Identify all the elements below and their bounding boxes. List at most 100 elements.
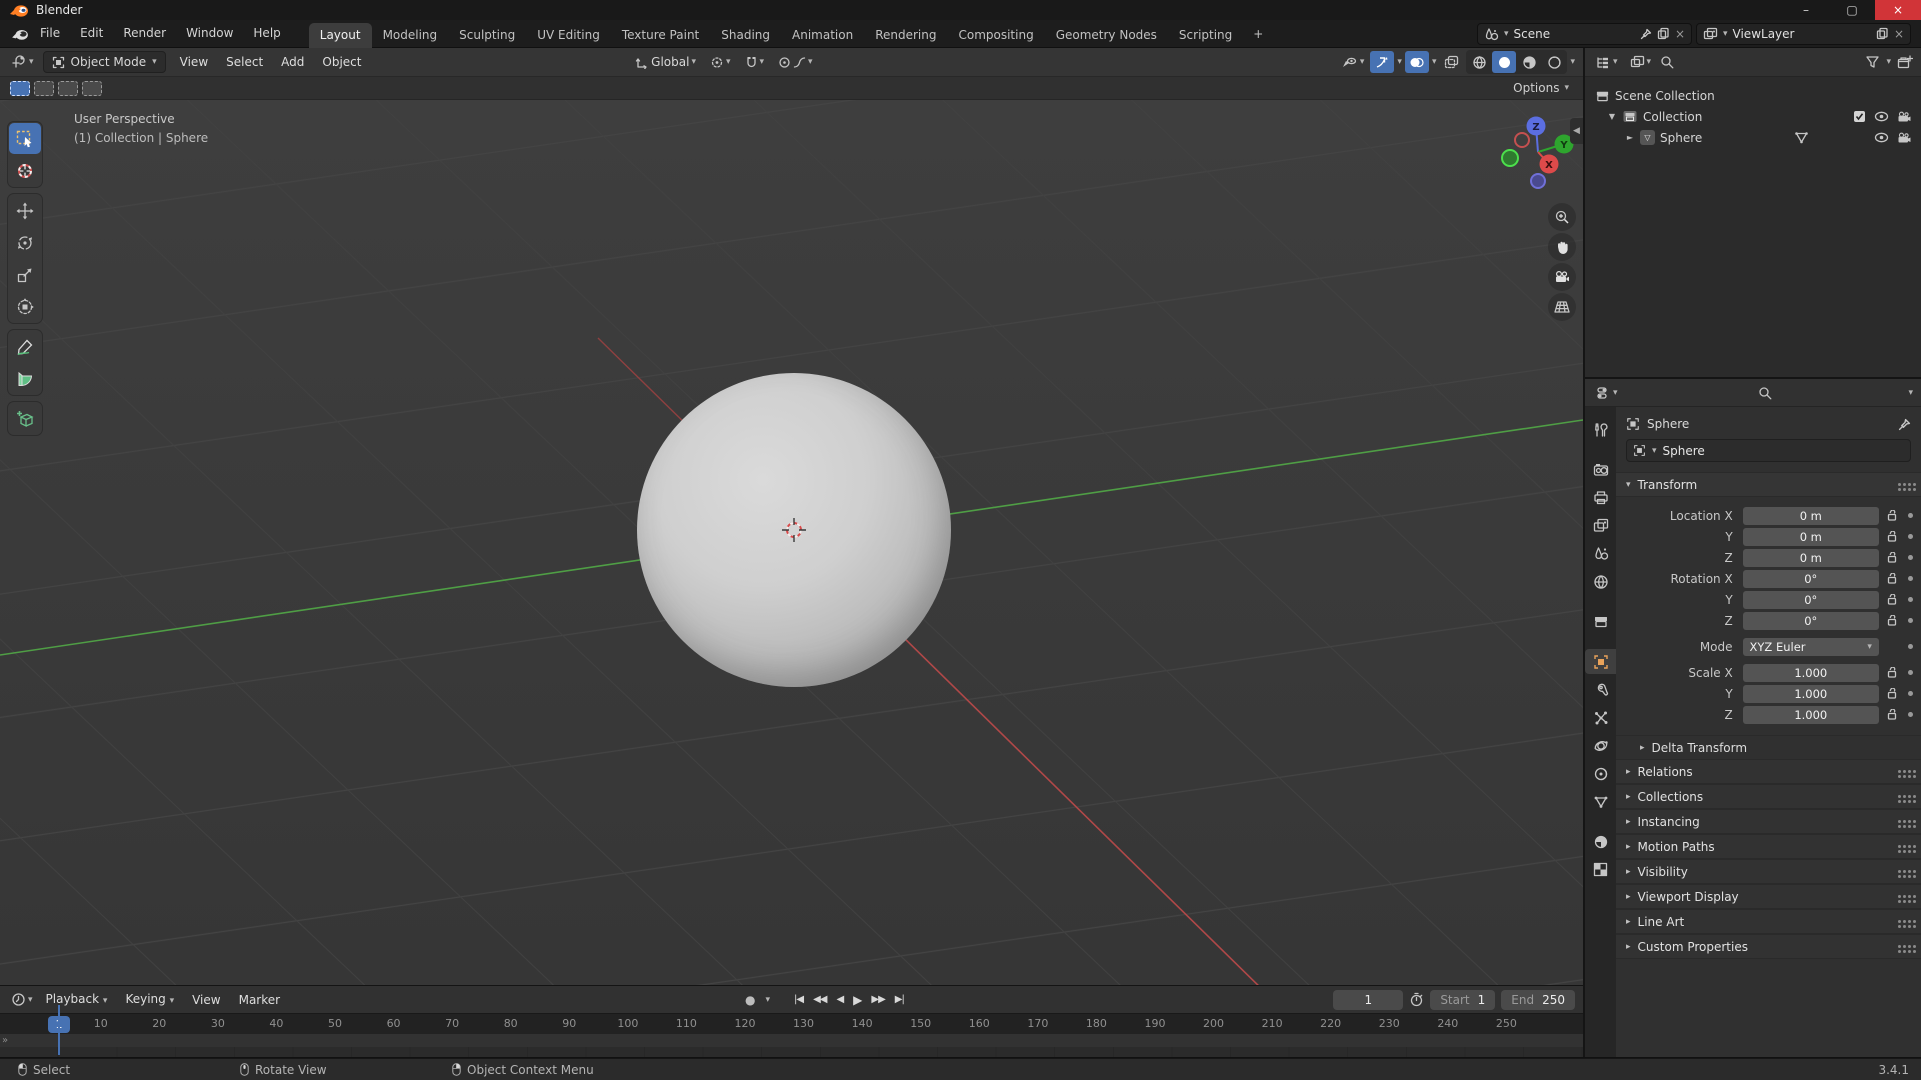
expand-arrow-icon[interactable]: ▼ [1607,112,1617,121]
outliner-row-scene-collection[interactable]: Scene Collection [1585,85,1921,106]
animate-dot-icon[interactable] [1908,555,1913,560]
chevron-down-icon[interactable]: ▾ [1908,388,1913,398]
show-object-types-button[interactable]: ▾ [1339,54,1368,71]
menu-item[interactable]: File [30,20,70,47]
value-field[interactable]: 0° [1742,590,1879,609]
lock-icon[interactable] [1887,688,1897,699]
lock-icon[interactable] [1887,510,1897,521]
collapsed-panel-header[interactable]: ▸ Motion Paths [1616,834,1921,859]
value-field[interactable]: 1.000 [1742,684,1879,703]
collapsed-panel-header[interactable]: ▸ Visibility [1616,859,1921,884]
view-menu[interactable]: View [172,48,216,76]
menu-item[interactable]: Window [176,20,243,47]
current-frame-field[interactable]: 1 [1333,989,1404,1010]
scale-tool[interactable] [9,259,41,290]
tab-tool[interactable] [1585,417,1616,442]
properties-editor-type-button[interactable]: ▾ [1593,384,1621,402]
animate-dot-icon[interactable] [1908,534,1913,539]
animate-dot-icon[interactable] [1908,670,1913,675]
orientation-selector[interactable]: Global ▾ [632,53,699,71]
xray-toggle[interactable] [1439,51,1463,73]
menu-item[interactable]: Render [113,20,176,47]
value-field[interactable]: 1.000 [1742,663,1879,682]
outliner-editor-type-button[interactable]: ▾ [1593,54,1621,71]
timeline-ruler[interactable]: 10 20 30 40 50 60 70 80 90 100 110 120 130 140 150 160 1… [0,1013,1583,1034]
animate-dot-icon[interactable] [1908,691,1913,696]
collapsed-panel-header[interactable]: ▸ Relations [1616,759,1921,784]
drag-handle-icon[interactable] [1898,945,1901,948]
play-button[interactable]: ▶ [853,993,862,1007]
outliner-row-collection[interactable]: ▼ Collection [1585,106,1921,127]
next-keyframe-button[interactable]: ▶▶ [871,994,885,1005]
new-scene-icon[interactable] [1657,27,1670,40]
disable-render-icon[interactable] [1897,132,1911,144]
lock-icon[interactable] [1887,552,1897,563]
collapsed-panel-header[interactable]: ▸ Instancing [1616,809,1921,834]
chevron-down-icon[interactable]: ▾ [1570,57,1575,67]
frame-end-field[interactable]: End 250 [1501,989,1575,1010]
workspace-tab[interactable]: Animation [781,23,864,48]
blender-menu-icon[interactable] [10,27,30,41]
timeline-expand-arrow[interactable]: » [2,1035,8,1046]
pivot-point-button[interactable]: ▾ [707,54,734,71]
timeline-marker-menu[interactable]: Marker [231,986,288,1014]
snap-toggle[interactable]: ▾ [742,54,768,71]
viewlayer-selector[interactable]: ▾ ViewLayer × [1696,22,1911,45]
animate-dot-icon[interactable] [1908,618,1913,623]
drag-handle-icon[interactable] [1898,920,1901,923]
workspace-tab[interactable]: UV Editing [526,23,611,48]
jump-to-end-button[interactable]: ▶| [895,994,905,1005]
workspace-tab[interactable]: Rendering [864,23,947,48]
collapsed-panel-header[interactable]: ▸ Custom Properties [1616,934,1921,959]
value-field[interactable]: 0° [1742,569,1879,588]
hide-eye-icon[interactable] [1874,111,1889,122]
tab-material[interactable] [1585,829,1616,854]
editor-type-button[interactable]: ▾ [8,53,37,71]
select-menu[interactable]: Select [218,48,271,76]
value-field[interactable]: 0 m [1742,527,1879,546]
navigation-gizmo[interactable]: Z Y X [1498,114,1578,194]
select-box-tool[interactable] [9,123,41,154]
chevron-down-icon[interactable]: ▾ [1397,57,1402,67]
tab-collection[interactable] [1585,609,1616,634]
workspace-tab[interactable]: Layout [308,22,372,48]
value-field[interactable]: 0 m [1742,548,1879,567]
tab-modifiers[interactable] [1585,677,1616,702]
select-mode-intersect[interactable] [82,80,102,96]
lock-icon[interactable] [1887,531,1897,542]
lock-icon[interactable] [1887,615,1897,626]
mode-selector[interactable]: Object Mode ▾ [42,51,166,73]
options-button[interactable]: Options ▾ [1513,81,1573,95]
select-mode-subtract[interactable] [58,80,78,96]
lock-icon[interactable] [1887,709,1897,720]
workspace-tab[interactable]: Scripting [1168,23,1243,48]
new-viewlayer-icon[interactable] [1876,27,1889,40]
drag-handle-icon[interactable] [1898,870,1901,873]
tab-object-data[interactable] [1585,789,1616,814]
timeline-view-menu[interactable]: View [184,986,228,1014]
drag-handle-icon[interactable] [1898,820,1901,823]
rotation-mode-dropdown[interactable]: XYZ Euler ▾ [1742,637,1879,656]
collapsed-panel-header[interactable]: ▸ Line Art [1616,909,1921,934]
zoom-view-button[interactable] [1548,203,1576,231]
transform-panel-header[interactable]: ▾ Transform [1616,472,1921,497]
minimize-button[interactable]: – [1783,0,1829,20]
new-collection-icon[interactable] [1897,54,1913,70]
hide-eye-icon[interactable] [1874,132,1889,143]
drag-handle-icon[interactable] [1898,845,1901,848]
prev-frame-button[interactable]: ◀ [836,994,844,1005]
scene-selector[interactable]: ▾ Scene × [1477,22,1692,45]
sidebar-collapse-arrow[interactable]: ◀ [1570,118,1583,144]
tab-scene[interactable] [1585,541,1616,566]
outliner-display-mode-button[interactable]: ▾ [1627,53,1655,71]
workspace-tab[interactable]: Compositing [947,23,1044,48]
drag-handle-icon[interactable] [1898,483,1901,486]
animate-dot-icon[interactable] [1908,597,1913,602]
camera-view-button[interactable] [1548,263,1576,291]
expand-arrow-icon[interactable]: ► [1625,133,1635,142]
value-field[interactable]: 0° [1742,611,1879,630]
stopwatch-icon[interactable] [1409,992,1424,1007]
lock-icon[interactable] [1887,667,1897,678]
collapsed-panel-header[interactable]: ▸ Collections [1616,784,1921,809]
playback-menu[interactable]: Playback ▾ [38,985,116,1015]
